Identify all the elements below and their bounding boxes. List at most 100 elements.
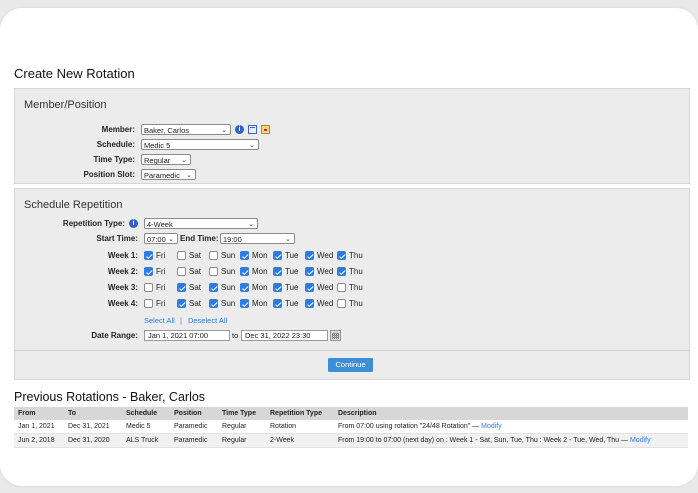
checkbox-thu[interactable] <box>337 251 346 260</box>
checkbox-sat[interactable] <box>177 283 186 292</box>
chevron-down-icon: ⌄ <box>221 127 227 134</box>
day-label: Sun <box>221 283 236 292</box>
day-label: Tue <box>285 283 299 292</box>
table-row: Jan 1, 2021 Dec 31, 2021 Medic 5 Paramed… <box>14 420 688 434</box>
week-label: Week 2: <box>107 267 138 276</box>
row-from: Jan 1, 2021 <box>14 420 64 434</box>
checkbox-tue[interactable] <box>273 299 282 308</box>
deselect-all-link[interactable]: Deselect All <box>188 316 227 325</box>
checkbox-wed[interactable] <box>305 283 314 292</box>
schedule-select-value: Medic 5 <box>144 141 171 150</box>
chevron-down-icon: ⌄ <box>248 221 254 228</box>
checkbox-wed[interactable] <box>305 267 314 276</box>
checkbox-thu[interactable] <box>337 299 346 308</box>
start-time-select-value: 07:00 <box>147 235 166 244</box>
checkbox-fri[interactable] <box>144 299 153 308</box>
pdf-icon[interactable] <box>261 125 270 134</box>
date-picker-icon[interactable] <box>330 330 341 341</box>
checkbox-sun[interactable] <box>209 251 218 260</box>
checkbox-thu[interactable] <box>337 267 346 276</box>
day-label: Sun <box>221 267 236 276</box>
member-position-panel: Member/Position Member: Baker, Carlos ⌄ i… <box>14 88 690 184</box>
checkbox-wed[interactable] <box>305 299 314 308</box>
position-slot-select[interactable]: Paramedic ⌄ <box>141 169 196 180</box>
member-select[interactable]: Baker, Carlos ⌄ <box>141 124 231 135</box>
content-card: Create New Rotation Member/Position Memb… <box>0 8 698 486</box>
checkbox-wed[interactable] <box>305 251 314 260</box>
day-label: Fri <box>156 267 166 276</box>
schedule-label: Schedule: <box>96 140 135 149</box>
row-repetition-type: 2-Week <box>266 433 334 448</box>
row-schedule: Medic 5 <box>122 420 170 434</box>
checkbox-sun[interactable] <box>209 267 218 276</box>
repetition-type-select[interactable]: 4-Week ⌄ <box>144 218 258 229</box>
day-label: Sun <box>221 299 236 308</box>
schedule-repetition-title: Schedule Repetition <box>24 199 123 211</box>
panel-divider <box>15 350 689 351</box>
checkbox-fri[interactable] <box>144 251 153 260</box>
checkbox-mon[interactable] <box>240 267 249 276</box>
end-time-select[interactable]: 19:00 ⌄ <box>220 233 295 244</box>
week-label: Week 1: <box>107 251 138 260</box>
col-time-type: Time Type <box>218 407 266 420</box>
member-position-title: Member/Position <box>24 99 107 111</box>
checkbox-tue[interactable] <box>273 251 282 260</box>
day-label: Fri <box>156 299 166 308</box>
start-time-label: Start Time: <box>96 234 138 243</box>
previous-rotations-table: From To Schedule Position Time Type Repe… <box>14 407 688 448</box>
day-label: Sat <box>189 251 202 260</box>
checkbox-tue[interactable] <box>273 267 282 276</box>
row-to: Dec 31, 2020 <box>64 433 122 448</box>
checkbox-sat[interactable] <box>177 251 186 260</box>
checkbox-sun[interactable] <box>209 299 218 308</box>
time-type-select-value: Regular <box>144 156 171 165</box>
checkbox-fri[interactable] <box>144 283 153 292</box>
modify-link[interactable]: Modify <box>481 423 502 430</box>
position-slot-label: Position Slot: <box>83 170 135 179</box>
end-time-label: End Time: <box>180 234 219 243</box>
day-label: Wed <box>317 267 334 276</box>
start-time-select[interactable]: 07:00 ⌄ <box>144 233 178 244</box>
checkbox-sun[interactable] <box>209 283 218 292</box>
checkbox-sat[interactable] <box>177 299 186 308</box>
repetition-type-label: Repetition Type: <box>62 219 125 228</box>
checkbox-mon[interactable] <box>240 251 249 260</box>
checkbox-thu[interactable] <box>337 283 346 292</box>
row-description: From 19:00 to 07:00 (next day) on : Week… <box>334 433 688 448</box>
date-to-input[interactable]: Dec 31, 2022 23:30 <box>241 330 328 341</box>
modify-link[interactable]: Modify <box>630 437 651 444</box>
time-type-select[interactable]: Regular ⌄ <box>141 154 191 165</box>
day-label: Mon <box>252 283 268 292</box>
col-description: Description <box>334 407 688 420</box>
day-label: Tue <box>285 299 299 308</box>
checkbox-mon[interactable] <box>240 299 249 308</box>
schedule-select[interactable]: Medic 5 ⌄ <box>141 139 259 150</box>
col-repetition-type: Repetition Type <box>266 407 334 420</box>
date-from-input[interactable]: Jan 1, 2021 07:00 <box>144 330 230 341</box>
info-icon[interactable]: i <box>129 219 138 228</box>
calendar-icon[interactable] <box>248 125 257 134</box>
chevron-down-icon: ⌄ <box>181 157 187 164</box>
col-from: From <box>14 407 64 420</box>
row-time-type: Regular <box>218 433 266 448</box>
checkbox-fri[interactable] <box>144 267 153 276</box>
day-label: Sun <box>221 251 236 260</box>
checkbox-mon[interactable] <box>240 283 249 292</box>
day-label: Mon <box>252 299 268 308</box>
checkbox-sat[interactable] <box>177 267 186 276</box>
day-label: Thu <box>349 267 363 276</box>
checkbox-tue[interactable] <box>273 283 282 292</box>
info-icon[interactable]: i <box>235 125 244 134</box>
row-description-text: From 07:00 using rotation "24/48 Rotatio… <box>338 423 480 430</box>
day-label: Mon <box>252 267 268 276</box>
chevron-down-icon: ⌄ <box>285 236 291 243</box>
day-label: Thu <box>349 283 363 292</box>
row-schedule: ALS Truck <box>122 433 170 448</box>
continue-button[interactable]: Continue <box>328 358 373 372</box>
page-title: Create New Rotation <box>14 66 135 81</box>
time-type-label: Time Type: <box>93 155 136 164</box>
week-label: Week 4: <box>107 299 138 308</box>
row-to: Dec 31, 2021 <box>64 420 122 434</box>
day-label: Wed <box>317 283 334 292</box>
select-all-link[interactable]: Select All <box>144 316 175 325</box>
